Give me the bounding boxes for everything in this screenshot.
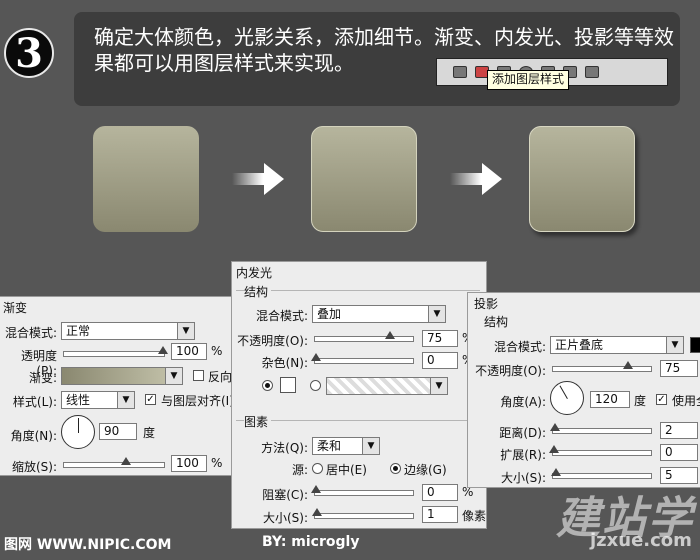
spread-input[interactable]: 0 [660, 444, 698, 461]
size-input[interactable]: 1 [422, 506, 458, 523]
scale-label: 缩放(S): [11, 460, 57, 474]
angle-unit: 度 [634, 394, 647, 408]
right-arrow-icon [450, 163, 502, 195]
solid-color-radio[interactable] [262, 380, 273, 391]
noise-input[interactable]: 0 [422, 352, 458, 369]
reverse-checkbox[interactable] [193, 370, 204, 381]
noise-slider[interactable] [311, 353, 414, 364]
noise-label: 杂色(N): [261, 356, 308, 370]
structure-group-label: 结构 [484, 315, 509, 329]
angle-input[interactable]: 90 [99, 423, 137, 440]
elements-group-label: 图素 [244, 413, 272, 430]
site-watermark-url: jzxue.com [590, 530, 692, 551]
square-step-gradient [93, 126, 199, 232]
panel-title: 内发光 [236, 266, 273, 280]
gradient-overlay-panel: 渐变 混合模式: 正常 ▼ 透明度(P): 100 % 渐变: ▼ 反向(R) 样… [0, 296, 252, 476]
opacity-slider[interactable] [63, 346, 168, 357]
opacity-input[interactable]: 75 [660, 360, 698, 377]
step-number-badge: 3 [4, 28, 54, 78]
chevron-down-icon: ▼ [666, 337, 683, 353]
distance-slider[interactable] [550, 423, 652, 434]
glow-color-swatch[interactable] [280, 377, 296, 393]
choke-label: 阻塞(C): [262, 488, 308, 502]
chevron-down-icon: ▼ [165, 368, 182, 384]
source-center-label: 居中(E) [326, 463, 367, 477]
blend-mode-label: 混合模式: [493, 340, 546, 354]
opacity-label: 不透明度(O): [237, 334, 308, 348]
drop-shadow-panel: 投影 结构 混合模式: 正片叠底 ▼ 不透明度(O): 75 角度(A): 120… [467, 292, 700, 488]
chevron-down-icon: ▼ [428, 306, 445, 322]
angle-label: 角度(N): [10, 429, 57, 443]
scale-slider[interactable] [63, 457, 165, 468]
link-layers-icon[interactable] [453, 66, 467, 78]
chevron-down-icon: ▼ [117, 392, 134, 408]
align-with-layer-checkbox[interactable]: ✓ [145, 394, 156, 405]
size-label: 大小(S): [500, 471, 546, 485]
size-label: 大小(S): [262, 511, 308, 525]
choke-input[interactable]: 0 [422, 484, 458, 501]
global-light-checkbox[interactable]: ✓ [656, 394, 667, 405]
blend-mode-select[interactable]: 正片叠底 ▼ [550, 336, 684, 354]
panel-title: 投影 [474, 297, 499, 311]
blend-mode-select[interactable]: 正常 ▼ [61, 322, 195, 340]
angle-input[interactable]: 120 [590, 391, 630, 408]
method-label: 方法(Q): [261, 441, 308, 455]
structure-group-label: 结构 [244, 283, 272, 300]
right-arrow-icon [232, 163, 284, 195]
shadow-color-swatch[interactable] [690, 337, 700, 353]
source-edge-label: 边缘(G) [404, 463, 447, 477]
opacity-unit: % [211, 344, 223, 358]
opacity-slider[interactable] [552, 361, 652, 372]
size-slider[interactable] [551, 468, 652, 479]
blend-mode-label: 混合模式: [255, 309, 308, 323]
chevron-down-icon: ▼ [177, 323, 194, 339]
method-select[interactable]: 柔和 ▼ [312, 437, 380, 455]
square-step-inner-glow [311, 126, 417, 232]
inner-glow-panel: 内发光 结构 混合模式: 叠加▼ 不透明度(O): 75 % 杂色(N): 0 … [231, 261, 487, 529]
opacity-label: 不透明度(O): [475, 364, 546, 378]
opacity-input[interactable]: 100 [171, 343, 207, 360]
opacity-input[interactable]: 75 [422, 330, 458, 347]
distance-input[interactable]: 2 [660, 422, 698, 439]
spread-slider[interactable] [549, 445, 652, 456]
source-edge-radio[interactable] [390, 463, 401, 474]
style-label: 样式(L): [12, 395, 57, 409]
angle-dial[interactable] [61, 415, 95, 449]
trash-icon[interactable] [585, 66, 599, 78]
divider [236, 290, 480, 291]
choke-slider[interactable] [311, 485, 414, 496]
gradient-picker[interactable]: ▼ [61, 367, 183, 385]
square-step-drop-shadow [529, 126, 635, 232]
align-with-layer-label: 与图层对齐(I) [161, 394, 234, 408]
divider [236, 420, 480, 421]
blend-mode-label: 混合模式: [4, 326, 57, 340]
angle-label: 角度(A): [500, 395, 546, 409]
panel-title: 渐变 [3, 301, 28, 315]
style-select[interactable]: 线性 ▼ [61, 391, 135, 409]
gradient-radio[interactable] [310, 380, 321, 391]
global-light-label: 使用全 [672, 394, 700, 408]
angle-unit: 度 [143, 426, 156, 440]
size-unit: 像素 [462, 509, 487, 523]
chevron-down-icon: ▼ [430, 378, 447, 394]
author-credit: BY: microgly [262, 534, 360, 550]
distance-label: 距离(D): [499, 426, 546, 440]
source-center-radio[interactable] [312, 463, 323, 474]
scale-input[interactable]: 100 [171, 455, 207, 472]
gradient-label: 渐变: [28, 371, 57, 385]
add-layer-style-tooltip: 添加图层样式 [487, 70, 570, 90]
source-credit: 图网 WWW.NIPIC.COM [4, 537, 172, 553]
size-slider[interactable] [312, 508, 414, 519]
scale-unit: % [211, 456, 223, 470]
blend-mode-select[interactable]: 叠加 ▼ [312, 305, 446, 323]
angle-dial[interactable] [550, 381, 584, 415]
chevron-down-icon: ▼ [362, 438, 379, 454]
glow-gradient-picker[interactable]: ▼ [326, 377, 448, 395]
opacity-slider[interactable] [314, 331, 414, 342]
spread-label: 扩展(R): [500, 448, 546, 462]
source-label: 源: [291, 463, 308, 477]
